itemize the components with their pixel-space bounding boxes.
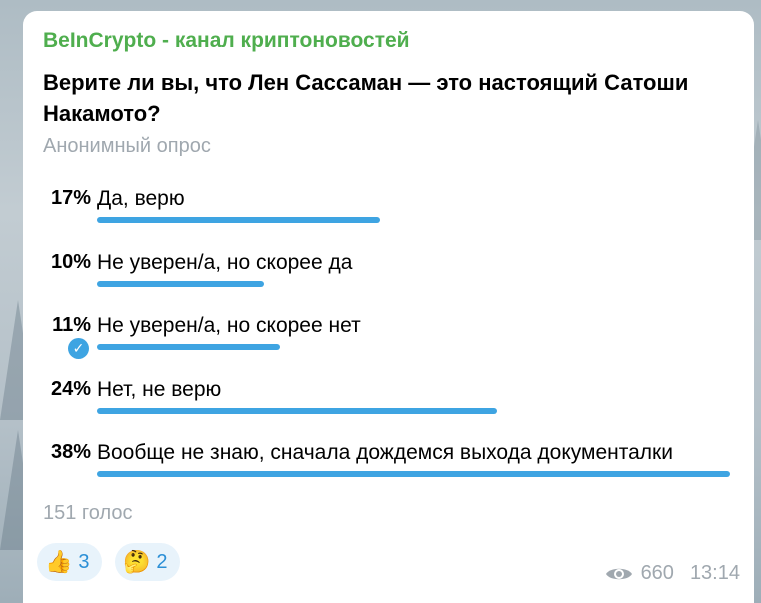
views-count: 660: [640, 562, 674, 584]
channel-name[interactable]: BeInCrypto - канал криптоновостей: [43, 29, 410, 53]
option-bar: [97, 471, 730, 477]
poll-option[interactable]: 24% Нет, не верю: [23, 378, 754, 428]
reaction-count: 3: [78, 550, 90, 573]
message-bubble: BeInCrypto - канал криптоновостей Верите…: [23, 11, 754, 603]
option-text: Не уверен/а, но скорее нет: [97, 314, 361, 337]
poll-option[interactable]: 17% Да, верю: [23, 187, 754, 237]
poll-option[interactable]: 10% Не уверен/а, но скорее да: [23, 251, 754, 301]
option-bar: [97, 217, 380, 223]
option-percent: 38%: [50, 441, 91, 463]
reaction-thumbs-up[interactable]: 👍 3: [37, 543, 102, 581]
poll-type-label: Анонимный опрос: [43, 135, 211, 157]
option-percent: 10%: [50, 251, 91, 273]
option-bar: [97, 281, 264, 287]
message-time: 13:14: [689, 562, 740, 584]
poll-option[interactable]: 11% Не уверен/а, но скорее нет ✓: [23, 314, 754, 364]
votes-count[interactable]: 151 голос: [43, 502, 132, 525]
thinking-face-icon: 🤔: [123, 549, 151, 574]
poll-option[interactable]: 38% Вообще не знаю, сначала дождемся вых…: [23, 441, 754, 491]
reaction-count: 2: [156, 550, 168, 573]
option-percent: 17%: [50, 187, 91, 209]
option-text: Да, верю: [97, 187, 185, 210]
selected-check-icon: ✓: [68, 338, 89, 359]
option-percent: 11%: [52, 314, 91, 336]
option-bar: [97, 344, 280, 350]
poll-question: Верите ли вы, что Лен Сассаман — это нас…: [43, 70, 689, 126]
eye-icon: [605, 568, 632, 579]
option-percent: 24%: [50, 378, 91, 400]
option-text: Нет, не верю: [97, 378, 222, 401]
option-text: Вообще не знаю, сначала дождемся выхода …: [97, 441, 673, 464]
thumbs-up-icon: 👍: [45, 549, 73, 574]
option-bar: [97, 408, 497, 414]
option-text: Не уверен/а, но скорее да: [97, 251, 353, 274]
reaction-thinking[interactable]: 🤔 2: [115, 543, 180, 581]
message-meta: 660 13:14: [605, 562, 740, 585]
